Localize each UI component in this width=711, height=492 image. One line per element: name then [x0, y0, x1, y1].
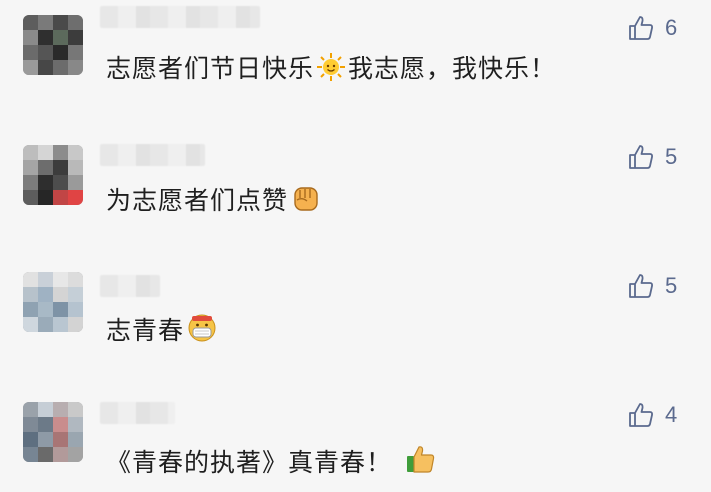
avatar[interactable]	[23, 15, 83, 75]
like-count: 5	[665, 144, 678, 169]
username-blurred[interactable]	[100, 144, 205, 166]
like-count: 4	[665, 402, 678, 427]
like-button[interactable]: 4	[627, 401, 677, 429]
sun-icon	[316, 52, 346, 90]
comment-text: 《青春的执著》真青春！	[106, 442, 440, 484]
username-blurred[interactable]	[100, 6, 260, 28]
avatar[interactable]	[23, 402, 83, 462]
comment-text: 志青春	[106, 312, 220, 352]
thumbs-up-outline-icon	[629, 145, 653, 169]
thumbs-up-outline-icon	[629, 16, 653, 40]
like-button[interactable]: 5	[627, 143, 677, 171]
mask-face-icon	[186, 312, 218, 352]
username-blurred[interactable]	[100, 275, 160, 297]
fist-icon	[290, 182, 322, 222]
comment-text: 为志愿者们点赞	[106, 182, 324, 222]
like-button[interactable]: 6	[627, 14, 677, 42]
username-blurred[interactable]	[100, 402, 175, 424]
comment-text: 志愿者们节日快乐 我志愿，我快乐！	[106, 52, 556, 90]
like-button[interactable]: 5	[627, 272, 677, 300]
like-count: 6	[665, 15, 678, 40]
avatar[interactable]	[23, 272, 83, 332]
thumbs-up-outline-icon	[629, 403, 653, 427]
thumbs-up-outline-icon	[629, 274, 653, 298]
like-count: 5	[665, 273, 678, 298]
avatar[interactable]	[23, 145, 83, 205]
thumbs-up-icon	[404, 442, 438, 484]
